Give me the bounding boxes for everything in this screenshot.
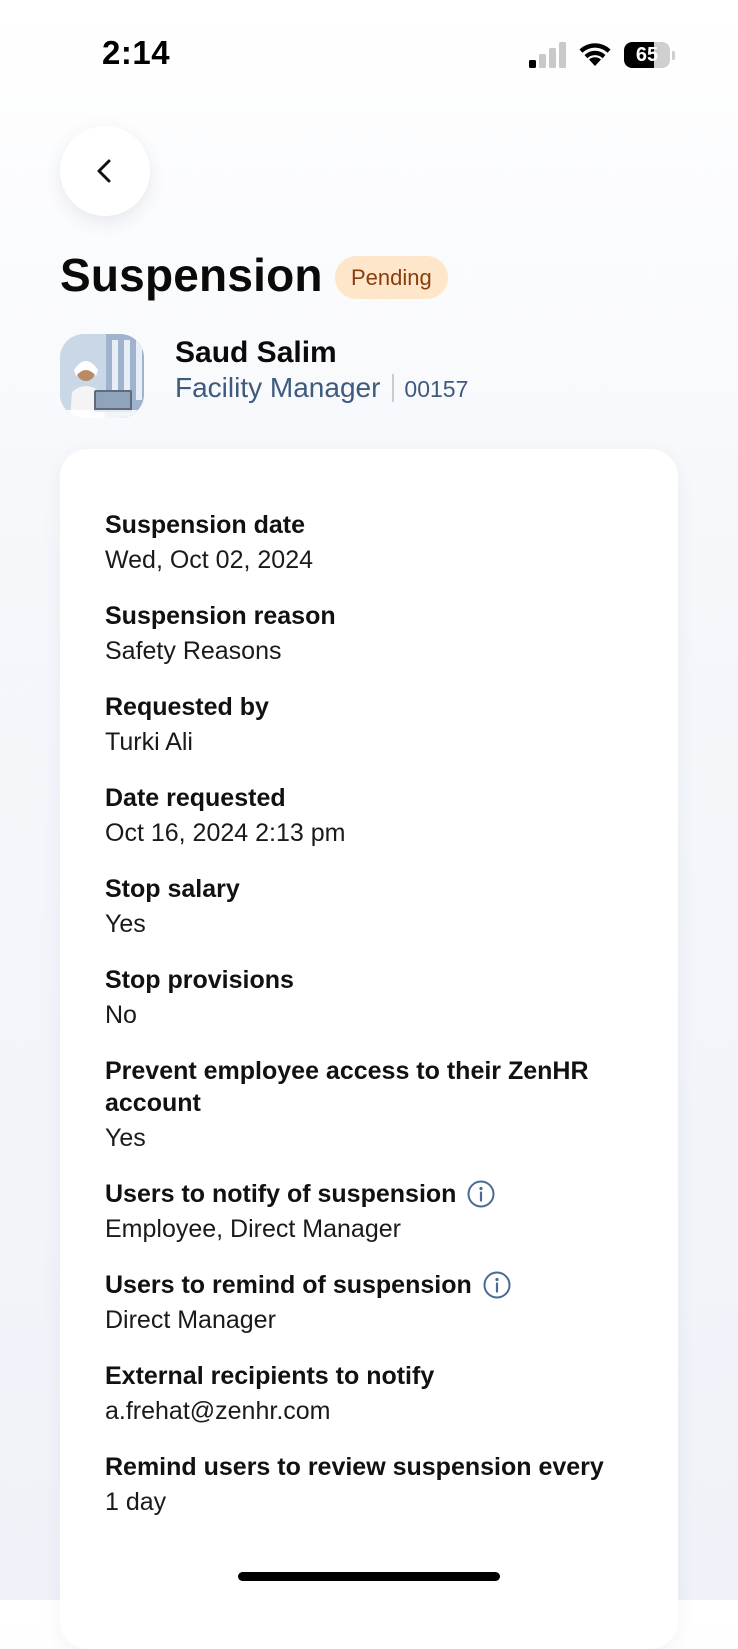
chevron-left-icon <box>97 159 111 183</box>
detail-value: Safety Reasons <box>105 637 282 665</box>
detail-label-text: Users to notify of suspension <box>105 1180 457 1208</box>
battery-level: 65 <box>635 44 659 66</box>
employee-id: 00157 <box>404 376 469 402</box>
detail-item: Prevent employee access to their ZenHR a… <box>105 1055 645 1155</box>
info-circle-icon[interactable] <box>482 1270 512 1300</box>
employee-role-line: Facility Manager 00157 <box>175 372 468 404</box>
detail-label: Users to notify of suspension <box>105 1178 645 1210</box>
detail-value: Wed, Oct 02, 2024 <box>105 546 313 574</box>
detail-item: Remind users to review suspension every 1… <box>105 1451 645 1519</box>
detail-item: Stop provisions No <box>105 964 645 1032</box>
detail-label: Suspension reason <box>105 600 645 632</box>
page-title: Suspension <box>60 249 323 301</box>
detail-item: Users to remind of suspension Direct Mana… <box>105 1269 645 1337</box>
home-indicator[interactable] <box>238 1572 500 1581</box>
detail-label-text: External recipients to notify <box>105 1362 435 1390</box>
detail-label: Date requested <box>105 782 645 814</box>
status-time: 2:14 <box>102 34 171 71</box>
detail-label: Stop salary <box>105 873 645 905</box>
detail-label: Remind users to review suspension every <box>105 1451 645 1483</box>
detail-value: Oct 16, 2024 2:13 pm <box>105 819 346 847</box>
detail-label: Suspension date <box>105 509 645 541</box>
detail-item: Requested by Turki Ali <box>105 691 645 759</box>
detail-value: Yes <box>105 1124 146 1152</box>
back-button[interactable] <box>60 126 150 216</box>
detail-label-text: Requested by <box>105 693 269 721</box>
status-bar: 2:14 65 <box>0 0 738 100</box>
battery-icon: 65 <box>624 42 675 68</box>
detail-label: External recipients to notify <box>105 1360 645 1392</box>
detail-item: External recipients to notify a.frehat@ze… <box>105 1360 645 1428</box>
cellular-signal-icon <box>529 42 566 68</box>
detail-label-text: Suspension date <box>105 511 306 539</box>
detail-label: Stop provisions <box>105 964 645 996</box>
detail-label: Requested by <box>105 691 645 723</box>
detail-item: Stop salary Yes <box>105 873 645 941</box>
employee-role: Facility Manager <box>175 372 381 403</box>
detail-value: a.frehat@zenhr.com <box>105 1397 331 1425</box>
detail-item: Suspension date Wed, Oct 02, 2024 <box>105 509 645 577</box>
detail-label-text: Prevent employee access to their ZenHR a… <box>105 1057 589 1117</box>
detail-item: Date requested Oct 16, 2024 2:13 pm <box>105 782 645 850</box>
detail-value: Direct Manager <box>105 1306 276 1334</box>
status-badge: Pending <box>335 256 448 299</box>
employee-name: Saud Salim <box>175 336 337 369</box>
details-card: Suspension date Wed, Oct 02, 2024 Suspensi… <box>60 449 678 1649</box>
detail-value: No <box>105 1001 137 1029</box>
role-divider <box>392 374 395 402</box>
detail-item: Users to notify of suspension Employee, D… <box>105 1178 645 1246</box>
detail-label-text: Users to remind of suspension <box>105 1271 472 1299</box>
detail-item: Suspension reason Safety Reasons <box>105 600 645 668</box>
detail-label-text: Remind users to review suspension every <box>105 1453 604 1481</box>
detail-value: Yes <box>105 910 146 938</box>
detail-list: Suspension date Wed, Oct 02, 2024 Suspensi… <box>105 509 645 1542</box>
detail-label-text: Stop salary <box>105 875 240 903</box>
detail-label-text: Date requested <box>105 784 286 812</box>
detail-label: Prevent employee access to their ZenHR a… <box>105 1055 645 1119</box>
avatar-photo <box>60 334 144 418</box>
detail-value: Employee, Direct Manager <box>105 1215 401 1243</box>
detail-label: Users to remind of suspension <box>105 1269 645 1301</box>
detail-label-text: Stop provisions <box>105 966 294 994</box>
wifi-icon <box>579 43 611 66</box>
avatar <box>60 334 144 418</box>
detail-label-text: Suspension reason <box>105 602 336 630</box>
info-circle-icon[interactable] <box>466 1179 496 1209</box>
detail-value: 1 day <box>105 1488 167 1516</box>
detail-value: Turki Ali <box>105 728 193 756</box>
